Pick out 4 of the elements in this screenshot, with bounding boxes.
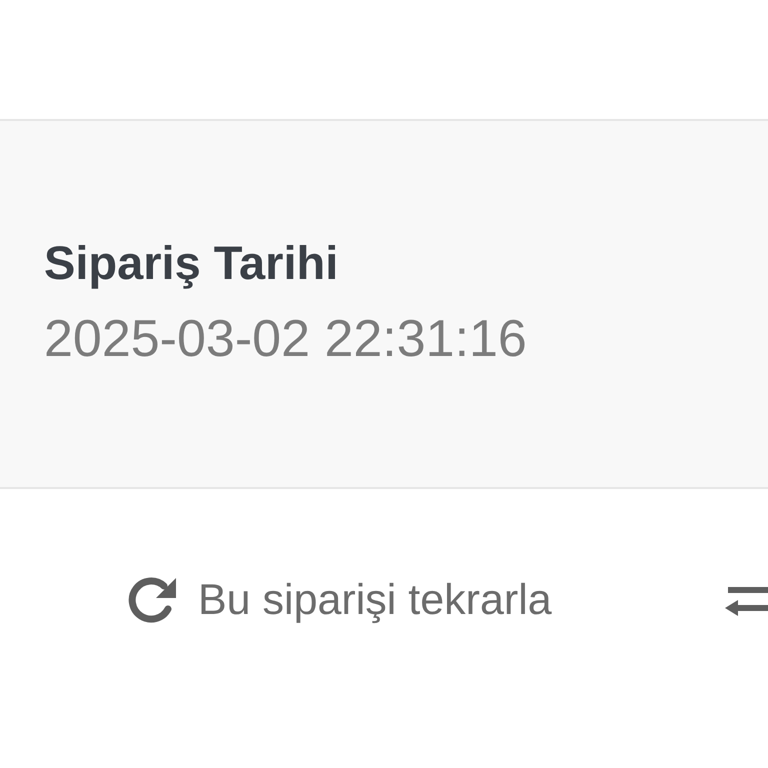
order-date-value: 2025-03-02 22:31:16 [44, 309, 527, 369]
refresh-icon [128, 577, 178, 623]
reorder-button[interactable]: Bu siparişi tekrarla [128, 575, 552, 625]
order-date-label: Sipariş Tarihi [44, 235, 338, 291]
